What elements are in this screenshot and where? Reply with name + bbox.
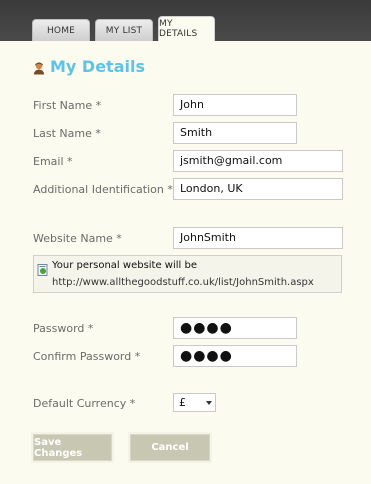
currency-selected-value: £ xyxy=(179,396,186,409)
website-name-label: Website Name * xyxy=(33,232,122,245)
additional-identification-field[interactable]: London, UK xyxy=(173,178,343,200)
tab-my-list-label: My List xyxy=(105,25,143,36)
tab-home-label: Home xyxy=(46,25,76,36)
additional-identification-label: Additional Identification * xyxy=(33,183,173,196)
chevron-down-icon[interactable] xyxy=(206,401,212,405)
email-label: Email * xyxy=(33,155,73,168)
user-icon xyxy=(32,60,46,74)
tab-my-list[interactable]: My List xyxy=(95,19,153,41)
password-field[interactable]: ●●●● xyxy=(173,317,297,339)
tab-my-details[interactable]: My Details xyxy=(158,16,215,41)
tab-home[interactable]: Home xyxy=(32,19,90,41)
password-label: Password * xyxy=(33,322,94,335)
email-field[interactable]: jsmith@gmail.com xyxy=(173,150,343,172)
first-name-field[interactable]: John xyxy=(173,94,297,116)
website-url-text: http://www.allthegoodstuff.co.uk/list/Jo… xyxy=(52,277,314,288)
default-currency-label: Default Currency * xyxy=(33,397,136,410)
page-header: My Details xyxy=(32,57,145,76)
cancel-label: Cancel xyxy=(151,442,189,453)
website-info-text: Your personal website will be xyxy=(52,260,197,271)
currency-select[interactable]: £ xyxy=(173,393,216,412)
confirm-password-label: Confirm Password * xyxy=(33,350,141,363)
cancel-button[interactable]: Cancel xyxy=(130,434,210,461)
last-name-field[interactable]: Smith xyxy=(173,122,297,144)
tab-my-details-label: My Details xyxy=(159,19,198,39)
save-changes-label: Save Changes xyxy=(34,436,83,459)
info-page-icon xyxy=(37,261,49,276)
save-changes-button[interactable]: Save Changes xyxy=(33,434,112,461)
page-title: My Details xyxy=(50,57,145,76)
website-info-box: Your personal website will be http://www… xyxy=(33,255,342,293)
confirm-password-field[interactable]: ●●●● xyxy=(173,345,297,367)
last-name-label: Last Name * xyxy=(33,127,101,140)
first-name-label: First Name * xyxy=(33,99,102,112)
website-name-field[interactable]: JohnSmith xyxy=(173,227,343,249)
